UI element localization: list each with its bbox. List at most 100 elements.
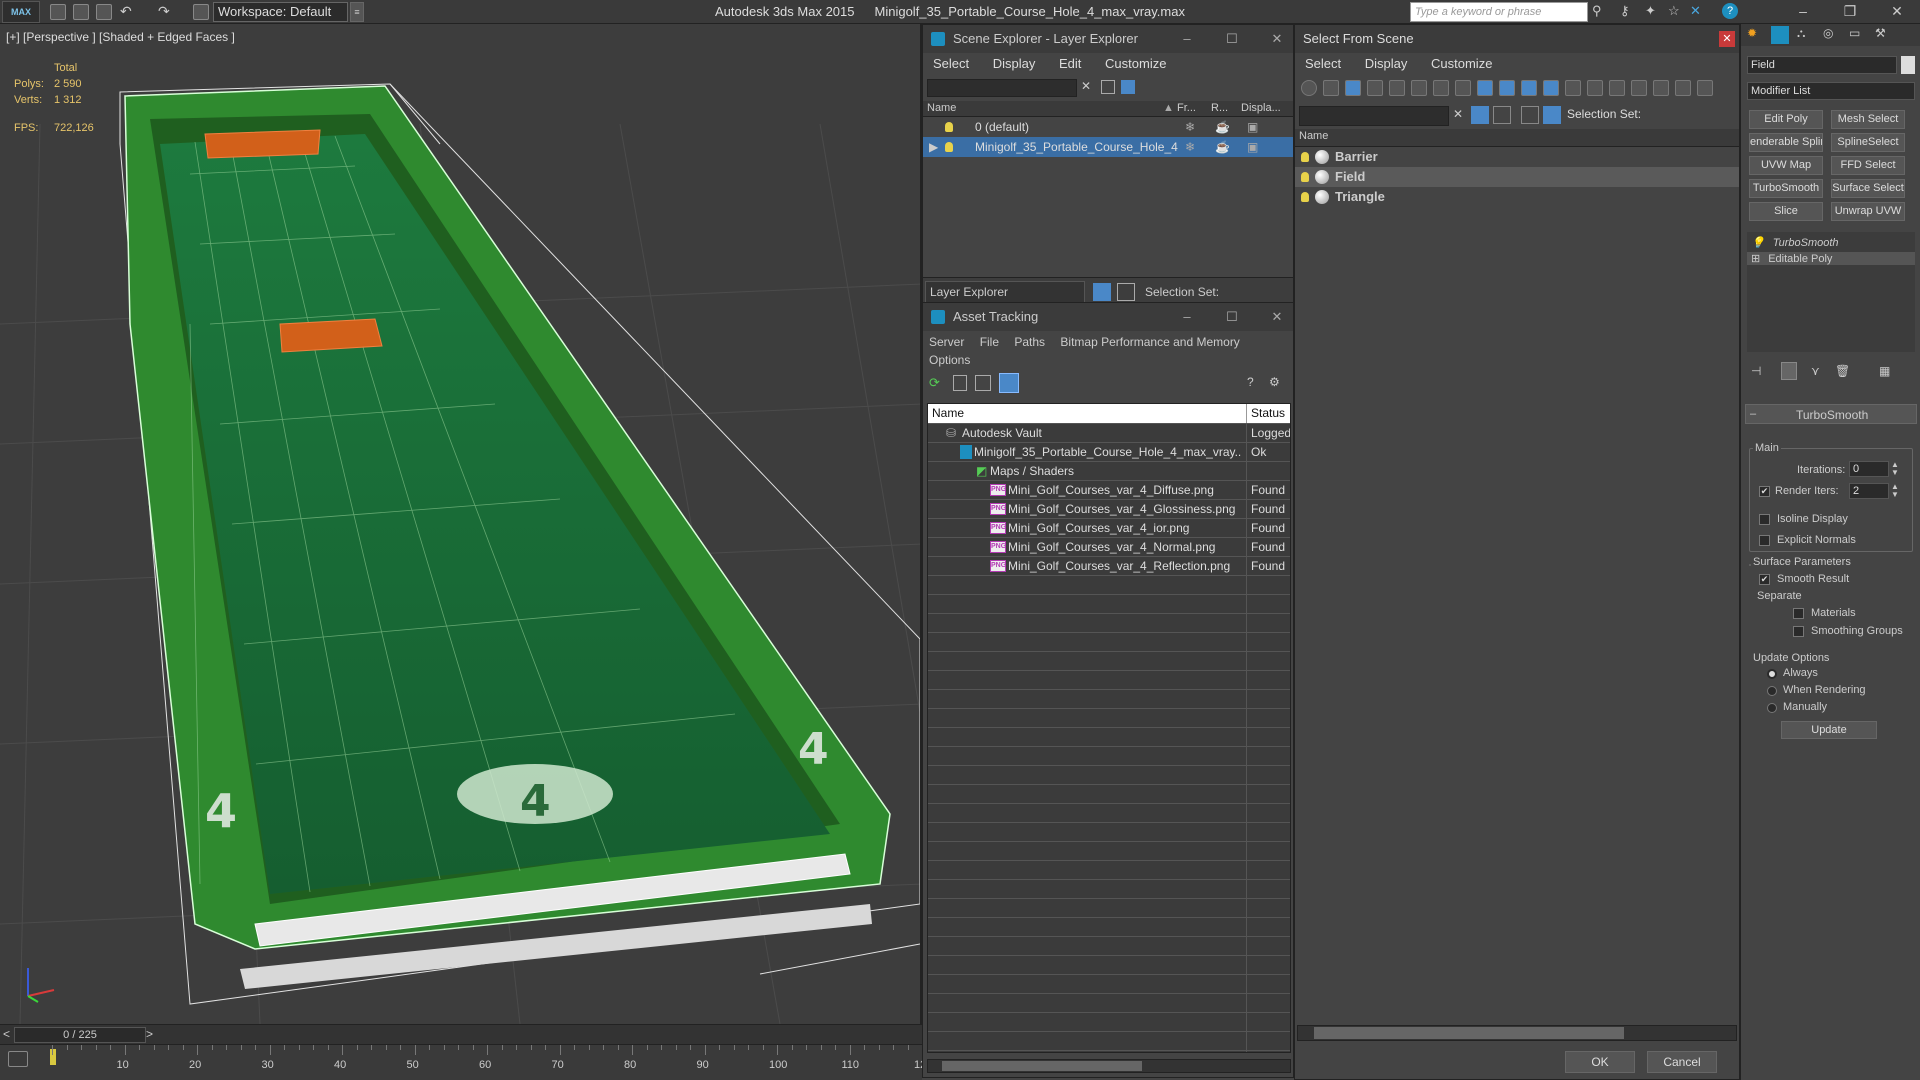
geometry-filter-icon[interactable] — [1301, 80, 1317, 96]
lights-filter-icon[interactable] — [1345, 80, 1361, 96]
close-button[interactable]: ✕ — [1263, 303, 1291, 331]
snowflake-icon[interactable]: ❄ — [1185, 137, 1195, 157]
save-icon[interactable] — [96, 4, 112, 20]
table-view-icon[interactable] — [999, 373, 1019, 393]
menu-select[interactable]: Select — [933, 56, 969, 71]
binoculars-icon[interactable]: ⚲ — [1592, 3, 1602, 19]
collapse-minus-icon[interactable]: – — [1750, 408, 1756, 420]
modifier-button[interactable]: Mesh Select — [1831, 110, 1905, 129]
close-button[interactable]: ✕ — [1719, 31, 1735, 47]
columns-filter-icon[interactable] — [1675, 80, 1691, 96]
frozen-filter-icon[interactable] — [1521, 80, 1537, 96]
cameras-filter-icon[interactable] — [1367, 80, 1383, 96]
modify-tab-icon[interactable] — [1771, 26, 1789, 44]
find-options-filter-icon[interactable] — [1631, 80, 1647, 96]
clear-x-icon[interactable]: ✕ — [1081, 79, 1091, 93]
time-next-button[interactable]: > — [146, 1027, 153, 1041]
settings-icon[interactable]: ⚙ — [1269, 375, 1280, 389]
time-cursor[interactable] — [50, 1049, 56, 1065]
display-box-icon[interactable]: ▣ — [1247, 117, 1258, 137]
hierarchy-icon[interactable] — [1117, 283, 1135, 301]
filter-icon[interactable] — [1101, 80, 1115, 94]
time-prev-button[interactable]: < — [3, 1027, 10, 1041]
select-all-filter-icon[interactable] — [1565, 80, 1581, 96]
lightbulb-icon[interactable] — [1301, 192, 1309, 202]
asset-row[interactable]: PNG Mini_Golf_Courses_var_4_Diffuse.png Fo… — [928, 481, 1290, 500]
render-iters-checkbox[interactable]: ✔ — [1759, 486, 1770, 497]
snowflake-icon[interactable]: ❄ — [1185, 117, 1195, 137]
layer-toggle-icon[interactable] — [1093, 283, 1111, 301]
layer-row-minigolf[interactable]: ▶ Minigolf_35_Portable_Course_Hole_4 ❄ ☕… — [923, 137, 1293, 157]
iterations-spinner[interactable]: 0 — [1849, 461, 1889, 477]
filter-filter-icon[interactable] — [1653, 80, 1669, 96]
configure-sets-icon[interactable]: ▦ — [1879, 364, 1890, 378]
asset-row[interactable]: PNG Mini_Golf_Courses_var_4_Normal.png Fou… — [928, 538, 1290, 557]
key-icon[interactable]: ⚷ — [1620, 3, 1630, 19]
scrollbar-thumb[interactable] — [1314, 1027, 1624, 1039]
asset-row[interactable]: ◩ Maps / Shaders — [928, 462, 1290, 481]
menu-file[interactable]: File — [980, 335, 999, 349]
asset-row[interactable]: PNG Mini_Golf_Courses_var_4_Reflection.pn… — [928, 557, 1290, 576]
col-frozen[interactable]: Fr... — [1177, 102, 1196, 114]
favorites-star-icon[interactable]: ☆ — [1668, 3, 1680, 19]
modifier-button[interactable]: Edit Poly — [1749, 110, 1823, 129]
col-name[interactable]: Name — [932, 404, 964, 422]
menu-bitmap-performance[interactable]: Bitmap Performance and Memory — [1060, 335, 1239, 349]
containers-filter-icon[interactable] — [1499, 80, 1515, 96]
track-bar[interactable]: 10 20 30 40 50 60 70 80 90 100 110 12 — [0, 1044, 926, 1080]
asset-row[interactable]: PNG Mini_Golf_Courses_var_4_ior.png Found — [928, 519, 1290, 538]
lightbulb-icon[interactable] — [945, 142, 953, 152]
turbosmooth-rollout-header[interactable]: – TurboSmooth — [1745, 404, 1917, 424]
search-input[interactable]: Type a keyword or phrase — [1410, 2, 1588, 22]
close-button[interactable]: ✕ — [1877, 0, 1917, 24]
smoothing-groups-checkbox[interactable] — [1793, 626, 1804, 637]
help-icon[interactable]: ? — [1722, 3, 1738, 19]
lightbulb-icon[interactable] — [1301, 172, 1309, 182]
display-tab-icon[interactable]: ▭ — [1849, 26, 1860, 40]
menu-options[interactable]: Options — [929, 353, 970, 367]
select-none-filter-icon[interactable] — [1587, 80, 1603, 96]
layers-icon[interactable] — [1521, 106, 1539, 124]
modifier-button[interactable]: UVW Map — [1749, 156, 1823, 175]
asset-row[interactable]: Minigolf_35_Portable_Course_Hole_4_max_v… — [928, 443, 1290, 462]
menu-paths[interactable]: Paths — [1014, 335, 1045, 349]
select-from-scene-titlebar[interactable]: Select From Scene ✕ — [1295, 25, 1739, 53]
col-name[interactable]: Name — [927, 102, 956, 114]
materials-checkbox[interactable] — [1793, 608, 1804, 619]
col-display[interactable]: Displa... — [1241, 102, 1281, 114]
smooth-result-checkbox[interactable]: ✔ — [1759, 574, 1770, 585]
menu-customize[interactable]: Customize — [1431, 56, 1492, 71]
find-input[interactable] — [927, 79, 1077, 97]
mini-curve-editor-icon[interactable] — [8, 1051, 28, 1067]
asset-tracking-titlebar[interactable]: Asset Tracking – ☐ ✕ — [923, 303, 1293, 331]
isoline-display-checkbox[interactable] — [1759, 514, 1770, 525]
menu-display[interactable]: Display — [1365, 56, 1408, 71]
xrefs-filter-icon[interactable] — [1455, 80, 1471, 96]
project-folder-icon[interactable] — [193, 4, 209, 20]
minimize-button[interactable]: – — [1173, 25, 1201, 53]
object-row-field[interactable]: Field — [1295, 167, 1739, 187]
modifier-button[interactable]: FFD Select — [1831, 156, 1905, 175]
hidden-filter-icon[interactable] — [1543, 80, 1559, 96]
col-renderable[interactable]: R... — [1211, 102, 1228, 114]
helpers-filter-icon[interactable] — [1389, 80, 1405, 96]
teapot-icon[interactable]: ☕ — [1215, 137, 1230, 157]
utilities-tab-icon[interactable]: ⚒ — [1875, 26, 1886, 40]
scrollbar-thumb[interactable] — [942, 1061, 1142, 1071]
maximize-button[interactable]: ☐ — [1218, 303, 1246, 331]
filter-icon[interactable] — [1471, 106, 1489, 124]
hierarchy-icon[interactable] — [1493, 106, 1511, 124]
find-input[interactable] — [1299, 106, 1449, 126]
modifier-button[interactable]: Surface Select — [1831, 179, 1905, 198]
perspective-viewport[interactable]: 4 4 4 [+] [Perspective ] [Shaded + Edged… — [0, 24, 922, 1024]
show-end-result-icon[interactable] — [1781, 362, 1797, 380]
spinner-arrows-icon[interactable]: ▲ ▼ — [1891, 483, 1899, 499]
display-box-icon[interactable]: ▣ — [1247, 137, 1258, 157]
stack-item-turbosmooth[interactable]: 💡 TurboSmooth — [1751, 236, 1839, 249]
asset-row[interactable]: ⛁ Autodesk Vault Logged — [928, 424, 1290, 443]
modifier-button[interactable]: TurboSmooth — [1749, 179, 1823, 198]
modifier-list-dropdown[interactable]: Modifier List — [1747, 82, 1915, 100]
cancel-button[interactable]: Cancel — [1647, 1051, 1717, 1073]
update-when-rendering-radio[interactable] — [1767, 686, 1777, 696]
close-x-icon[interactable]: ✕ — [1690, 3, 1701, 19]
